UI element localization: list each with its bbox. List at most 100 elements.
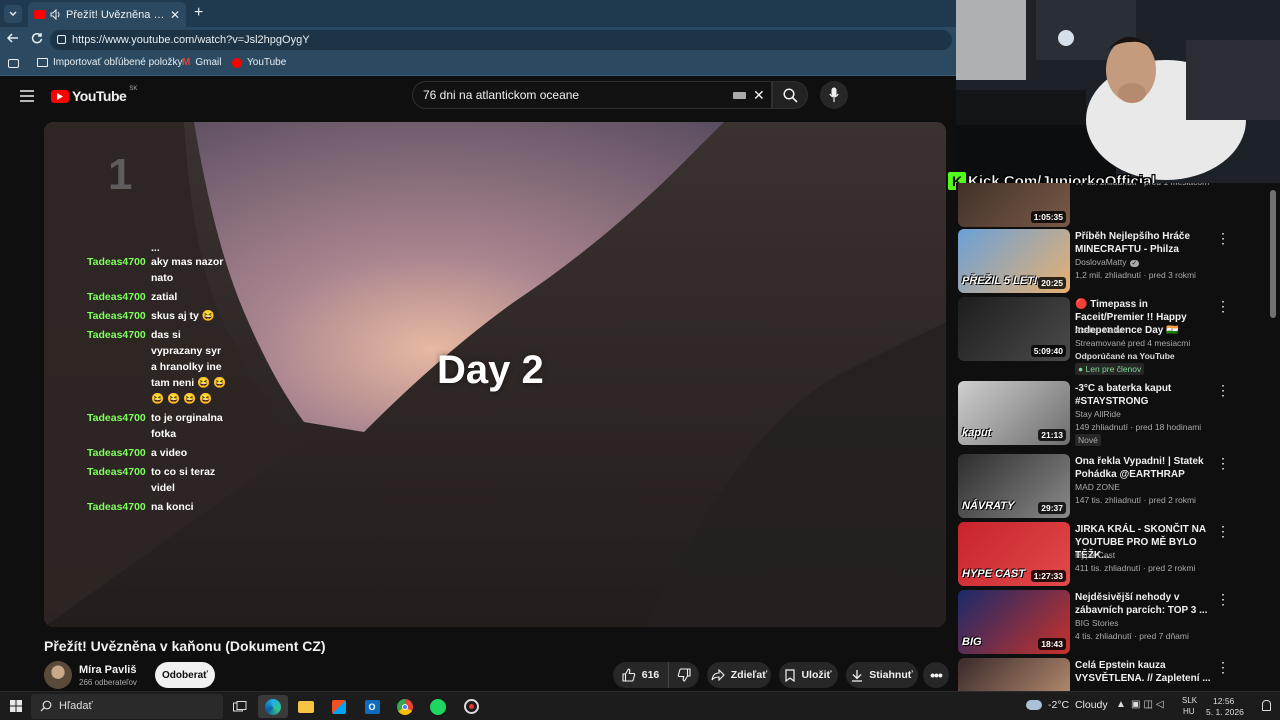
video-title[interactable]: Příběh Nejlepšího Hráče MINECRAFTU - Phi…	[1075, 230, 1213, 256]
taskbar-search-box[interactable]: Hľadať	[31, 694, 223, 719]
bookmark-import[interactable]: Importovať obľúbené položky	[37, 57, 183, 68]
new-tab-icon[interactable]: +	[194, 4, 203, 22]
download-icon	[852, 669, 863, 682]
video-title[interactable]: Ona řekla Vypadni! | Statek Pohádka @EAR…	[1075, 455, 1213, 481]
video-title[interactable]: Nejděsivější nehody v zábavních parcích:…	[1075, 591, 1213, 617]
recommended-video[interactable]: 1:05:35Fattyhe Holo77 tis. zhliadnutí · …	[958, 183, 1258, 229]
menu-hamburger-icon[interactable]	[20, 89, 34, 107]
video-duration: 29:37	[1038, 502, 1066, 514]
chat-line: das si	[151, 329, 181, 341]
refresh-icon[interactable]	[30, 31, 44, 50]
spotify-icon[interactable]	[423, 695, 453, 718]
video-duration: 21:13	[1038, 429, 1066, 441]
video-title[interactable]: Celá Epstein kauza VYSVĚTLENA. // Zaplet…	[1075, 659, 1213, 685]
recommended-video[interactable]: 5:09:40 🔴 Timepass in Faceit/Premier !! H…	[958, 297, 1258, 375]
video-thumbnail[interactable]: NÁVRATY 29:37	[958, 454, 1070, 518]
channel-name[interactable]: Míra Pavliš	[79, 664, 136, 676]
outlook-icon[interactable]: O	[357, 695, 387, 718]
task-view-icon[interactable]	[225, 695, 255, 718]
dislike-button[interactable]	[668, 662, 699, 688]
recording-app-icon[interactable]	[456, 695, 486, 718]
channel-name[interactable]: Akshat Kalra	[1075, 325, 1123, 335]
channel-name-text: MAD ZONE	[1075, 482, 1120, 492]
language-indicator-top[interactable]: SLK	[1182, 696, 1197, 705]
region-code: SK	[129, 86, 138, 92]
chat-line: a hranolky ine	[151, 361, 222, 373]
more-vertical-icon[interactable]: ⋮	[1216, 456, 1230, 472]
windows-start-icon[interactable]	[10, 700, 22, 715]
url-text: https://www.youtube.com/watch?v=Jsl2hpgO…	[72, 34, 310, 46]
video-duration: 1:27:33	[1030, 570, 1066, 582]
thumbnail-caption: NÁVRATY	[962, 500, 1015, 512]
recommended-video[interactable]: PŘEŽIL 5 LET! 20:25 Příběh Nejlepšího Hráč…	[958, 229, 1258, 295]
clock-time[interactable]: 12:56	[1213, 696, 1234, 706]
clear-search-icon[interactable]: ✕	[753, 82, 765, 108]
recommended-video[interactable]: BIG 18:43 Nejděsivější nehody v zábavních …	[958, 590, 1258, 656]
system-tray-icons[interactable]: ▣◫◁	[1131, 699, 1167, 710]
more-horizontal-icon: •••	[930, 667, 943, 683]
notification-icon[interactable]	[1262, 700, 1271, 711]
voice-search-button[interactable]	[820, 81, 848, 109]
tab-youtube-video[interactable]: Přežít! Uvězněna v kaňonu (D ✕	[28, 2, 186, 27]
more-vertical-icon[interactable]: ⋮	[1216, 524, 1230, 540]
recommended-note: Odporúčané na YouTube	[1075, 351, 1175, 361]
weather-widget[interactable]: -2°C Cloudy	[1026, 699, 1108, 711]
more-vertical-icon[interactable]: ⋮	[1216, 231, 1230, 247]
microsoft-store-icon[interactable]	[324, 695, 354, 718]
subscribe-button[interactable]: Odoberať	[155, 662, 215, 688]
sidebar-toggle-icon[interactable]	[8, 59, 19, 68]
youtube-logo[interactable]: YouTube SK	[51, 86, 138, 104]
video-thumbnail[interactable]: PŘEŽIL 5 LET! 20:25	[958, 229, 1070, 293]
download-button[interactable]: Stiahnuť	[846, 662, 918, 688]
download-label: Stiahnuť	[869, 669, 913, 681]
channel-name[interactable]: Stay AllRide	[1075, 409, 1121, 419]
recommended-video[interactable]: kaput 21:13 -3°C a baterka kaput #STAYSTRO…	[958, 381, 1258, 447]
more-vertical-icon[interactable]: ⋮	[1216, 660, 1230, 676]
more-actions-button[interactable]: •••	[923, 662, 949, 688]
channel-name[interactable]: MAD ZONE	[1075, 482, 1120, 492]
channel-name[interactable]: BIG Stories	[1075, 618, 1118, 628]
share-button[interactable]: Zdieľať	[707, 662, 771, 688]
close-tab-icon[interactable]: ✕	[170, 8, 180, 22]
keyboard-icon[interactable]	[733, 92, 746, 99]
chrome-icon[interactable]	[390, 695, 420, 718]
edge-browser-icon[interactable]	[258, 695, 288, 718]
channel-avatar[interactable]	[44, 661, 72, 689]
more-vertical-icon[interactable]: ⋮	[1216, 592, 1230, 608]
show-hidden-icons-chevron-icon[interactable]: ▲	[1116, 699, 1126, 710]
tab-actions-chevron-icon[interactable]	[4, 5, 22, 23]
recommended-video[interactable]: NÁVRATY 29:37 Ona řekla Vypadni! | Statek …	[958, 454, 1258, 520]
video-thumbnail[interactable]: 1:05:35	[958, 183, 1070, 227]
chat-username: Tadeas4700	[87, 501, 146, 513]
video-views-age: 149 zhliadnutí · pred 18 hodinami	[1075, 422, 1202, 432]
video-thumbnail[interactable]	[958, 658, 1070, 691]
more-vertical-icon[interactable]: ⋮	[1216, 299, 1230, 315]
back-arrow-icon[interactable]	[6, 31, 20, 50]
url-field[interactable]: https://www.youtube.com/watch?v=Jsl2hpgO…	[50, 30, 952, 50]
channel-name[interactable]: Hype-Cast	[1075, 550, 1115, 560]
gmail-icon: M	[182, 57, 191, 68]
clock-date[interactable]: 5. 1. 2026	[1206, 707, 1244, 717]
video-views-age: 4 tis. zhliadnutí · pred 7 dňami	[1075, 631, 1189, 641]
bookmark-gmail[interactable]: M Gmail	[182, 57, 221, 68]
search-button[interactable]	[772, 81, 808, 109]
recommended-video[interactable]: Celá Epstein kauza VYSVĚTLENA. // Zaplet…	[958, 658, 1258, 691]
chat-message: Tadeas4700 to co si teraz videl	[87, 464, 227, 496]
video-thumbnail[interactable]: kaput 21:13	[958, 381, 1070, 445]
language-indicator-bottom[interactable]: HU	[1183, 707, 1195, 716]
search-input[interactable]: 76 dni na atlantickom oceane ✕	[412, 81, 772, 109]
speaker-icon[interactable]	[50, 9, 62, 20]
video-thumbnail[interactable]: BIG 18:43	[958, 590, 1070, 654]
video-title[interactable]: -3°C a baterka kaput #STAYSTRONG	[1075, 382, 1213, 408]
channel-name[interactable]: DoslovaMatty ✓	[1075, 257, 1140, 267]
bookmark-youtube[interactable]: YouTube	[232, 57, 286, 68]
site-info-icon[interactable]	[57, 35, 66, 44]
like-button[interactable]: 616	[613, 662, 668, 688]
file-explorer-icon[interactable]	[291, 695, 321, 718]
video-thumbnail[interactable]: 5:09:40	[958, 297, 1070, 361]
save-button[interactable]: Uložiť	[779, 662, 838, 688]
page-scrollbar-thumb[interactable]	[1270, 190, 1276, 318]
more-vertical-icon[interactable]: ⋮	[1216, 383, 1230, 399]
recommended-video[interactable]: HYPE CAST 1:27:33 JIRKA KRÁL - SKONČIT NA …	[958, 522, 1258, 588]
video-thumbnail[interactable]: HYPE CAST 1:27:33	[958, 522, 1070, 586]
